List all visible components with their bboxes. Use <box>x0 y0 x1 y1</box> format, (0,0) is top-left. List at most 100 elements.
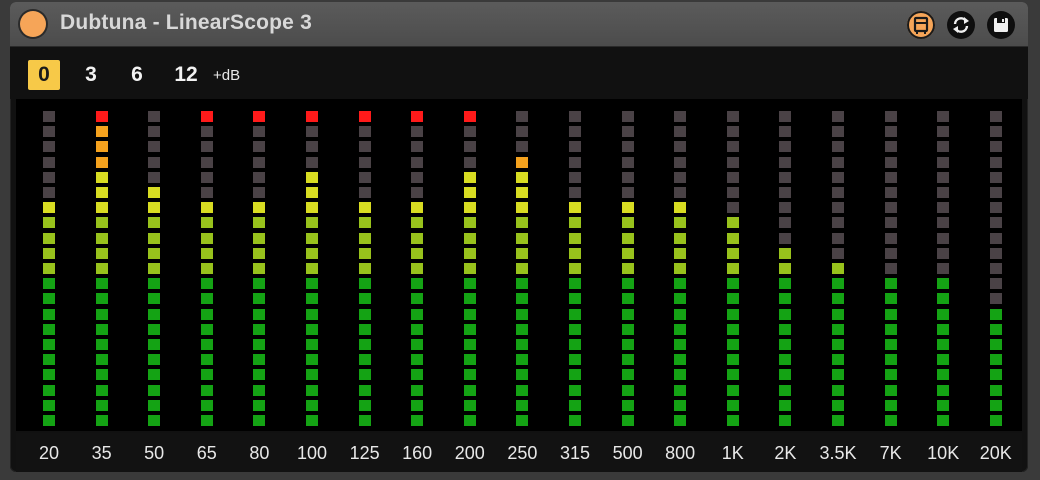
meter-segment <box>95 354 108 366</box>
meter-segment <box>411 232 424 244</box>
meter-segment <box>43 263 55 274</box>
meter-segment <box>95 293 108 305</box>
meter-segment <box>463 399 476 411</box>
meter-segment <box>937 247 950 259</box>
meter-segment <box>621 399 634 411</box>
meter-segment <box>148 202 161 214</box>
meter-segment <box>726 171 739 183</box>
meter-segment <box>43 293 55 305</box>
meter-segment <box>200 399 213 411</box>
meter-segment <box>832 354 844 366</box>
meter-segment <box>43 217 55 229</box>
meter-segment <box>306 339 318 350</box>
meter-segment <box>463 369 476 381</box>
meter-segment <box>148 415 161 426</box>
meter-segment <box>358 293 371 305</box>
meter-segment <box>148 171 161 183</box>
meter-segment <box>832 384 844 396</box>
meter-segment <box>358 399 371 411</box>
meter-segment <box>200 111 213 122</box>
meter-segment <box>306 187 318 198</box>
meter-segment <box>306 354 318 366</box>
meter-segment <box>200 232 213 244</box>
meter-segment <box>358 111 371 122</box>
meter-segment <box>832 217 844 229</box>
meter-segment <box>200 141 213 153</box>
meter-segment <box>569 369 581 381</box>
meter-segment <box>989 156 1002 168</box>
meter-segment <box>200 369 213 381</box>
meter-segment <box>253 308 266 320</box>
meter-segment <box>463 187 476 198</box>
meter-segment <box>989 232 1002 244</box>
meter-segment <box>43 232 55 244</box>
meter-segment <box>832 415 844 426</box>
meter-segment <box>95 384 108 396</box>
meter-segment <box>832 202 844 214</box>
link-icon[interactable] <box>907 11 935 39</box>
meter-segment <box>569 232 581 244</box>
db-option-6[interactable]: 6 <box>122 60 152 90</box>
meter-segment <box>253 187 266 198</box>
save-preset-icon[interactable] <box>987 11 1015 39</box>
hot-swap-icon[interactable] <box>947 11 975 39</box>
meter-segment <box>779 247 792 259</box>
device-power-button[interactable] <box>20 11 46 37</box>
meter-segment <box>200 126 213 138</box>
meter-segment <box>411 293 424 305</box>
meter-segment <box>989 308 1002 320</box>
meter-segment <box>726 399 739 411</box>
meter-segment <box>43 111 55 122</box>
db-option-12[interactable]: 12 <box>168 60 204 90</box>
meter-segment <box>884 308 897 320</box>
meter-segment <box>306 308 318 320</box>
meter-segment <box>411 308 424 320</box>
meter-segment <box>726 232 739 244</box>
meter-segment <box>832 111 844 122</box>
meter-segment <box>306 171 318 183</box>
meter-segment <box>148 232 161 244</box>
meter-segment <box>884 339 897 350</box>
meter-segment <box>569 399 581 411</box>
meter-segment <box>200 384 213 396</box>
meter-segment <box>411 171 424 183</box>
meter-segment <box>779 399 792 411</box>
meter-segment <box>884 171 897 183</box>
meter-segment <box>463 126 476 138</box>
meter-segment <box>358 323 371 335</box>
meter-segment <box>463 308 476 320</box>
meter-segment <box>411 126 424 138</box>
meter-segment <box>726 187 739 198</box>
meter-segment <box>463 156 476 168</box>
meter-segment <box>95 156 108 168</box>
meter-segment <box>253 399 266 411</box>
meter-segment <box>95 217 108 229</box>
meter-segment <box>200 247 213 259</box>
meter-segment <box>621 111 634 122</box>
meter-segment <box>306 202 318 214</box>
meter-segment <box>832 156 844 168</box>
meter-segment <box>358 217 371 229</box>
meter-segment <box>989 202 1002 214</box>
meter-segment <box>937 293 950 305</box>
db-option-3[interactable]: 3 <box>76 60 106 90</box>
meter-segment <box>411 384 424 396</box>
meter-segment <box>884 369 897 381</box>
meter-segment <box>832 247 844 259</box>
meter-segment <box>937 308 950 320</box>
meter-segment <box>411 415 424 426</box>
db-option-0[interactable]: 0 <box>28 60 60 90</box>
meter-segment <box>937 384 950 396</box>
meter-segment <box>411 339 424 350</box>
meter-segment <box>674 293 687 305</box>
meter-segment <box>832 399 844 411</box>
meter-segment <box>200 293 213 305</box>
meter-segment <box>884 202 897 214</box>
meter-segment <box>200 323 213 335</box>
meter-segment <box>43 202 55 214</box>
meter-segment <box>306 126 318 138</box>
meter-segment <box>148 399 161 411</box>
meter-segment <box>253 323 266 335</box>
meter-segment <box>463 202 476 214</box>
meter-segment <box>832 278 844 290</box>
